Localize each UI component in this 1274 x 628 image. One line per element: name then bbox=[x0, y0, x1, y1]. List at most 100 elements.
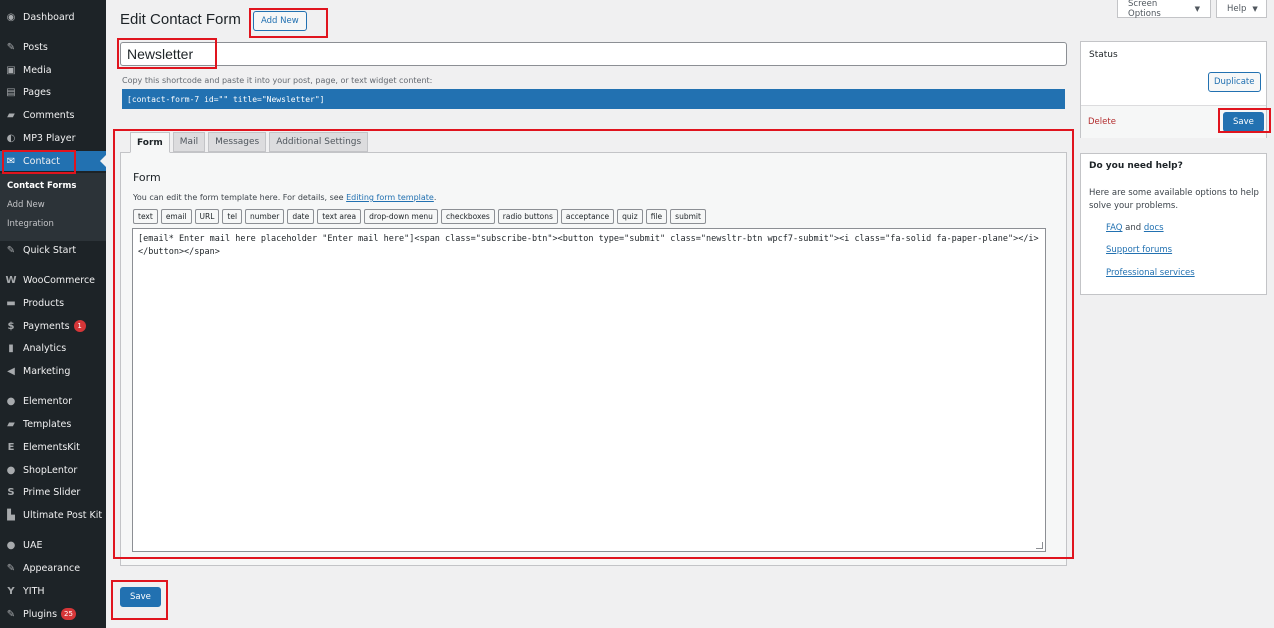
sidebar-item-posts[interactable]: ✎ Posts bbox=[0, 37, 106, 57]
support-forums-link[interactable]: Support forums bbox=[1106, 245, 1172, 255]
tag-button-date[interactable]: date bbox=[287, 209, 315, 224]
pages-icon: ▤ bbox=[6, 86, 16, 98]
submenu-contact-forms[interactable]: Contact Forms bbox=[7, 181, 76, 191]
tab-messages[interactable]: Messages bbox=[208, 132, 267, 152]
editor-tabs: Form Mail Messages Additional Settings bbox=[130, 132, 371, 153]
tag-button-text[interactable]: text bbox=[133, 209, 158, 224]
megaphone-icon: ◀ bbox=[7, 365, 15, 377]
tab-additional-settings[interactable]: Additional Settings bbox=[269, 132, 369, 152]
sidebar-item-media[interactable]: ▣ Media bbox=[0, 60, 106, 80]
tab-form[interactable]: Form bbox=[130, 132, 170, 153]
help-heading: Do you need help? bbox=[1089, 161, 1183, 171]
sidebar-item-elementskit[interactable]: E ElementsKit bbox=[0, 437, 106, 457]
sidebar-item-products[interactable]: ▬ Products bbox=[0, 293, 106, 313]
tag-button-checkboxes[interactable]: checkboxes bbox=[440, 209, 495, 224]
sidebar-item-label: Contact bbox=[23, 155, 60, 167]
faq-link[interactable]: FAQ bbox=[1106, 223, 1122, 233]
screen-options-button[interactable]: Screen Options ▼ bbox=[1117, 0, 1211, 19]
sidebar-item-label: Ultimate Post Kit bbox=[23, 509, 103, 521]
templates-icon: ▰ bbox=[7, 418, 15, 430]
professional-services-link[interactable]: Professional services bbox=[1106, 268, 1195, 278]
caret-down-icon: ▼ bbox=[1194, 4, 1200, 13]
tag-button-radio-buttons[interactable]: radio buttons bbox=[497, 209, 558, 224]
sidebar-item-comments[interactable]: ▰ Comments bbox=[0, 105, 106, 125]
sidebar-item-woocommerce[interactable]: W WooCommerce bbox=[0, 270, 106, 290]
caret-down-icon: ▼ bbox=[1252, 4, 1258, 13]
sidebar-item-label: YITH bbox=[23, 585, 45, 597]
sidebar-item-templates[interactable]: ▰ Templates bbox=[0, 414, 106, 434]
sidebar-item-prime-slider[interactable]: S Prime Slider bbox=[0, 482, 106, 502]
uae-icon: ● bbox=[6, 539, 16, 551]
sidebar-item-label: Posts bbox=[23, 41, 48, 53]
add-new-button[interactable]: Add New bbox=[253, 11, 307, 31]
sidebar-item-uae[interactable]: ● UAE bbox=[0, 535, 106, 555]
media-icon: ▣ bbox=[6, 64, 16, 76]
save-button-sidebar[interactable]: Save bbox=[1223, 112, 1264, 132]
tag-button-text-area[interactable]: text area bbox=[317, 209, 362, 224]
tag-button-number[interactable]: number bbox=[245, 209, 285, 224]
help-label: Help bbox=[1227, 3, 1247, 14]
tag-button-submit[interactable]: submit bbox=[670, 209, 706, 224]
form-template-textarea[interactable]: [email* Enter mail here placeholder "Ent… bbox=[132, 228, 1046, 552]
status-heading: Status bbox=[1089, 50, 1118, 60]
sidebar-item-payments[interactable]: $ Payments 1 bbox=[0, 316, 106, 336]
tag-button-url[interactable]: URL bbox=[194, 209, 220, 224]
prime-slider-icon: S bbox=[7, 486, 15, 498]
elementskit-icon: E bbox=[7, 441, 15, 453]
audio-icon: ◐ bbox=[6, 132, 16, 144]
form-title-input[interactable]: Newsletter bbox=[120, 42, 1067, 66]
tag-generator-buttons: text email URL tel number date text area drop-d… bbox=[133, 209, 709, 224]
shortcode-label: Copy this shortcode and paste it into yo… bbox=[122, 76, 433, 85]
professional-line: Professional services bbox=[1106, 268, 1195, 278]
resize-handle-icon[interactable] bbox=[1036, 542, 1043, 549]
support-line: Support forums bbox=[1106, 245, 1172, 255]
page-title: Edit Contact Form bbox=[120, 11, 241, 28]
comments-icon: ▰ bbox=[7, 109, 15, 121]
tag-button-acceptance[interactable]: acceptance bbox=[560, 209, 615, 224]
tag-button-file[interactable]: file bbox=[645, 209, 668, 224]
sidebar-item-pages[interactable]: ▤ Pages bbox=[0, 82, 106, 102]
delete-link[interactable]: Delete bbox=[1088, 117, 1116, 127]
tab-mail[interactable]: Mail bbox=[172, 132, 206, 152]
and-text: and bbox=[1125, 223, 1142, 233]
sidebar-item-shoplentor[interactable]: ● ShopLentor bbox=[0, 460, 106, 480]
tag-button-quiz[interactable]: quiz bbox=[617, 209, 643, 224]
tag-button-tel[interactable]: tel bbox=[222, 209, 243, 224]
sidebar-item-label: Analytics bbox=[23, 342, 67, 354]
sidebar-item-dashboard[interactable]: ◉ Dashboard bbox=[0, 7, 106, 27]
sidebar-item-mp3-player[interactable]: ◐ MP3 Player bbox=[0, 128, 106, 148]
panel-description-text: You can edit the form template here. For… bbox=[133, 193, 347, 202]
sidebar-item-label: Products bbox=[23, 297, 65, 309]
docs-link[interactable]: docs bbox=[1144, 223, 1164, 233]
shortcode-field[interactable]: [contact-form-7 id="" title="Newsletter"… bbox=[122, 89, 1065, 109]
update-count-badge: 1 bbox=[73, 320, 86, 332]
sidebar-item-label: Templates bbox=[23, 418, 72, 430]
status-box: Status Duplicate Delete Save bbox=[1080, 41, 1267, 138]
submenu-add-new[interactable]: Add New bbox=[7, 200, 45, 210]
admin-sidebar: ◉ Dashboard ✎ Posts ▣ Media ▤ Pages ▰ Comments ◐ MP… bbox=[0, 0, 106, 628]
sidebar-item-label: Comments bbox=[23, 109, 75, 121]
help-button[interactable]: Help ▼ bbox=[1216, 0, 1267, 18]
submenu-integration[interactable]: Integration bbox=[7, 219, 54, 229]
sidebar-item-ultimate-post-kit[interactable]: ▙ Ultimate Post Kit bbox=[0, 505, 106, 525]
save-button[interactable]: Save bbox=[120, 587, 161, 607]
sidebar-item-label: Media bbox=[23, 64, 52, 76]
sidebar-item-analytics[interactable]: ▮ Analytics bbox=[0, 338, 106, 358]
sidebar-item-yith[interactable]: Y YITH bbox=[0, 581, 106, 601]
quick-start-icon: ✎ bbox=[6, 244, 16, 256]
sidebar-item-appearance[interactable]: ✎ Appearance bbox=[0, 558, 106, 578]
status-actions: Delete Save bbox=[1081, 105, 1266, 138]
contact-submenu: Contact Forms Add New Integration bbox=[0, 173, 106, 241]
faq-docs-line: FAQ and docs bbox=[1106, 223, 1164, 233]
tag-button-drop-down-menu[interactable]: drop-down menu bbox=[364, 209, 438, 224]
editing-form-template-link[interactable]: Editing form template bbox=[346, 193, 434, 202]
sidebar-item-label: UAE bbox=[23, 539, 43, 551]
duplicate-button[interactable]: Duplicate bbox=[1208, 72, 1261, 92]
sidebar-item-marketing[interactable]: ◀ Marketing bbox=[0, 361, 106, 381]
panel-description-suffix: . bbox=[433, 193, 437, 202]
sidebar-item-plugins[interactable]: ✎ Plugins 25 bbox=[0, 604, 106, 624]
tag-button-email[interactable]: email bbox=[160, 209, 192, 224]
sidebar-item-quick-start[interactable]: ✎ Quick Start bbox=[0, 240, 106, 260]
sidebar-item-contact[interactable]: ✉ Contact bbox=[0, 151, 106, 171]
sidebar-item-elementor[interactable]: ● Elementor bbox=[0, 391, 106, 411]
